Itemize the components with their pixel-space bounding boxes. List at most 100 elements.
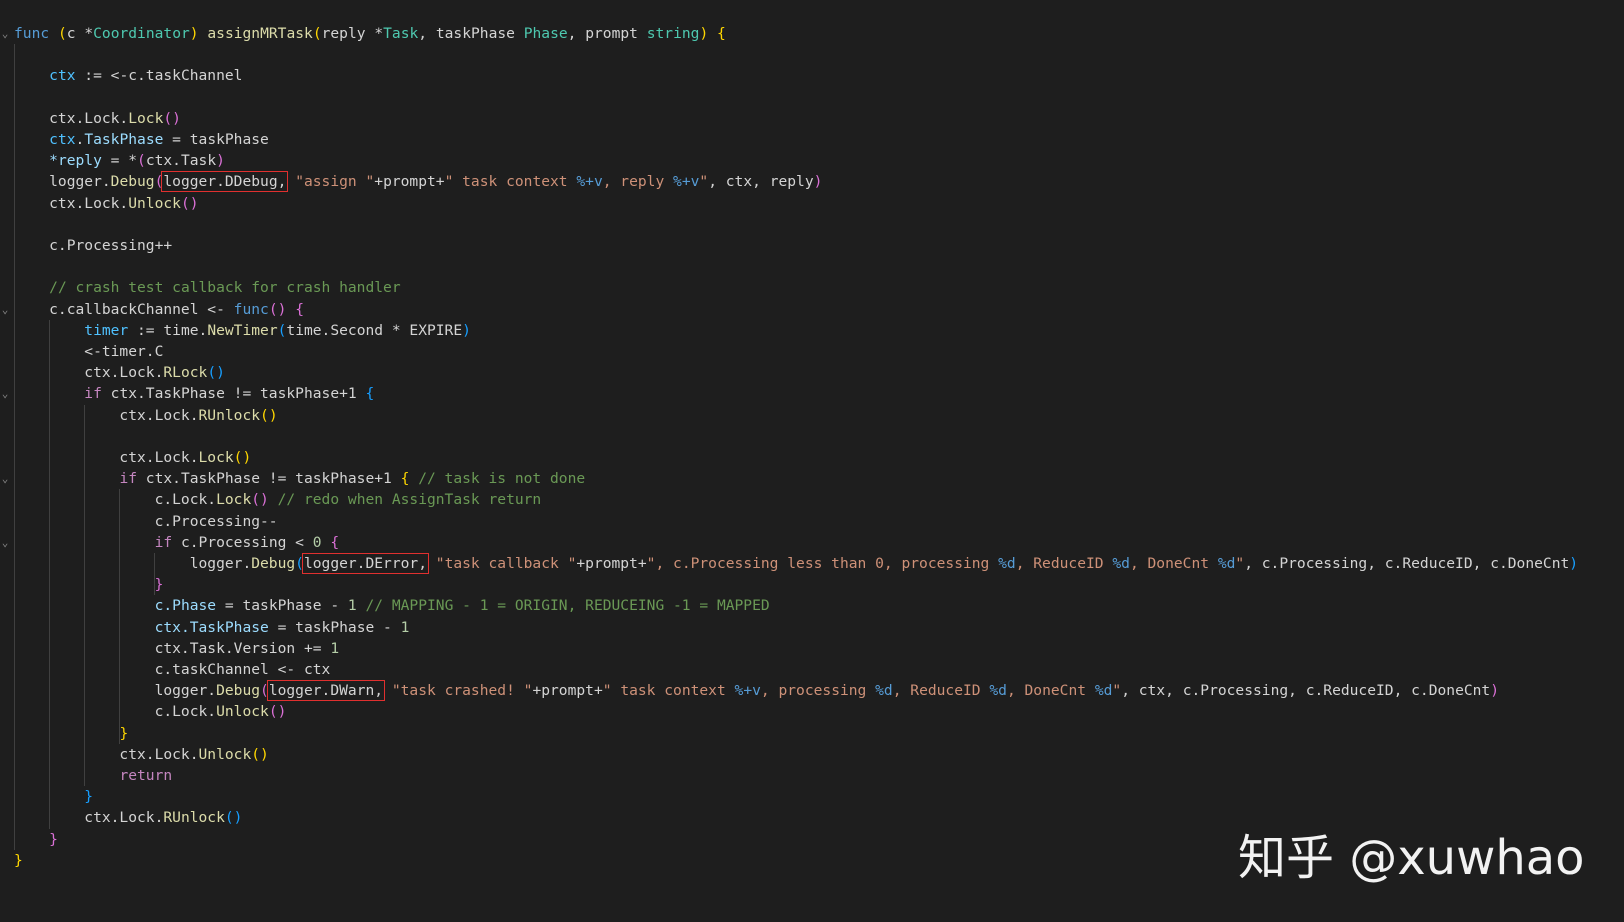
code-token: c.Phase <box>154 597 217 615</box>
code-token: ctx.Lock. <box>14 809 164 827</box>
code-token: := <-c.taskChannel <box>75 67 243 85</box>
code-token: %d <box>989 682 1007 700</box>
code-token: , c.Processing, c.ReduceID, c.DoneCnt <box>1244 555 1570 572</box>
code-line[interactable]: logger.Debug(logger.DDebug, "assign "+pr… <box>14 171 822 193</box>
code-token: ) <box>699 25 709 42</box>
code-token: // crash test callback for crash handler <box>49 279 401 297</box>
code-token: { <box>365 385 375 403</box>
code-token: c <box>66 25 85 42</box>
code-line[interactable]: } <box>14 829 58 851</box>
fold-gutter: ⌄ ⌄ ⌄ ⌄ ⌄ <box>0 0 12 922</box>
code-token: reply <box>321 25 375 42</box>
code-token: ctx.TaskPhase != taskPhase+1 <box>137 470 401 488</box>
code-token: , DoneCnt <box>1129 555 1218 572</box>
code-line[interactable]: } <box>14 723 128 745</box>
code-line[interactable]: c.Phase = taskPhase - 1 // MAPPING - 1 =… <box>14 595 770 617</box>
code-line[interactable]: c.Lock.Unlock() <box>14 701 287 723</box>
code-token: c.Processing < <box>172 533 313 551</box>
code-line[interactable]: if ctx.TaskPhase != taskPhase+1 { <box>14 383 374 405</box>
code-token: c.Lock. <box>14 703 217 721</box>
code-token: Debug <box>216 682 261 700</box>
code-token: , taskPhase <box>418 25 524 42</box>
code-token: ctx.Task.Version += <box>14 639 331 657</box>
code-token: 1 <box>330 639 340 657</box>
code-line[interactable]: func (c *Coordinator) assignMRTask(reply… <box>14 23 726 45</box>
code-line[interactable]: if ctx.TaskPhase != taskPhase+1 { // tas… <box>14 468 585 490</box>
watermark: 知乎 @xuwhao <box>1238 830 1585 886</box>
code-token: " task context <box>602 682 735 700</box>
code-token: , ReduceID <box>1015 555 1113 572</box>
code-line[interactable]: ctx := <-c.taskChannel <box>14 65 242 87</box>
code-token: { <box>330 533 340 551</box>
code-line[interactable]: c.Processing++ <box>14 235 172 257</box>
code-token: logger. <box>14 555 252 572</box>
code-token: %d <box>875 682 893 700</box>
code-line[interactable]: c.taskChannel <- ctx <box>14 659 331 681</box>
code-token: assignMRTask <box>207 25 313 42</box>
code-token: ctx <box>49 67 76 85</box>
code-line[interactable]: return <box>14 765 172 787</box>
code-line[interactable]: ctx.Lock.RUnlock() <box>14 405 277 427</box>
code-token: , ctx, reply <box>708 173 814 191</box>
code-line[interactable]: ctx.Task.Version += 1 <box>14 638 340 660</box>
code-line[interactable]: ctx.Lock.Lock() <box>14 447 251 469</box>
code-token: Coordinator <box>93 25 190 42</box>
code-token: := time. <box>128 321 208 339</box>
code-token: Unlock <box>128 194 181 212</box>
code-token: Unlock <box>198 745 252 763</box>
code-line[interactable]: ctx.TaskPhase = taskPhase <box>14 129 269 151</box>
code-line[interactable]: c.Processing-- <box>14 511 278 533</box>
fold-chevron-icon[interactable]: ⌄ <box>0 299 10 321</box>
fold-chevron-icon[interactable]: ⌄ <box>0 23 10 45</box>
code-line[interactable]: ctx.Lock.Lock() <box>14 108 181 130</box>
code-token: " <box>1235 555 1245 572</box>
code-line[interactable]: ctx.TaskPhase = taskPhase - 1 <box>14 617 410 639</box>
code-line[interactable]: logger.Debug(logger.DError, "task callba… <box>14 553 1578 575</box>
code-line[interactable]: logger.Debug(logger.DWarn, "task crashed… <box>14 680 1499 702</box>
code-token: { <box>717 25 726 42</box>
code-token: = taskPhase <box>163 131 269 148</box>
code-line[interactable]: ctx.Lock.RLock() <box>14 362 225 384</box>
code-token: Lock <box>198 449 234 466</box>
code-line[interactable]: <-timer.C <box>14 341 163 363</box>
code-token: , ReduceID <box>892 682 990 700</box>
code-token: "task crashed! " <box>391 682 533 700</box>
code-token: , prompt <box>567 25 647 42</box>
code-token: TaskPhase <box>84 131 164 148</box>
code-editor[interactable]: ⌄ ⌄ ⌄ ⌄ ⌄ func (c *Coordinator) assignMRTask… <box>0 0 1624 922</box>
code-token: RLock <box>163 364 208 382</box>
highlight-box: logger.DDebug, <box>161 171 289 193</box>
code-line[interactable]: c.callbackChannel <- func() { <box>14 299 304 321</box>
code-line[interactable]: } <box>14 850 23 872</box>
fold-chevron-icon[interactable]: ⌄ <box>0 383 10 405</box>
code-token: ) <box>813 173 823 191</box>
code-line[interactable]: // crash test callback for crash handler <box>14 277 401 299</box>
code-line[interactable]: } <box>14 786 93 808</box>
code-token: () <box>268 300 287 318</box>
code-token: = * <box>101 152 138 170</box>
code-line[interactable]: } <box>14 574 164 596</box>
code-line[interactable]: if c.Processing < 0 { <box>14 532 340 554</box>
code-line[interactable]: c.Lock.Lock() // redo when AssignTask re… <box>14 489 542 511</box>
fold-chevron-icon[interactable]: ⌄ <box>0 532 10 554</box>
code-token: // redo when AssignTask return <box>277 491 542 509</box>
code-token: ) <box>1569 555 1579 572</box>
code-token: Task <box>383 25 419 42</box>
code-line[interactable]: ctx.Lock.RUnlock() <box>14 807 242 829</box>
code-line[interactable]: timer := time.NewTimer(time.Second * EXP… <box>14 320 471 342</box>
code-line[interactable]: ctx.Lock.Unlock() <box>14 193 198 215</box>
code-line[interactable]: ctx.Lock.Unlock() <box>14 744 269 766</box>
code-line[interactable]: *reply = *(ctx.Task) <box>14 150 225 172</box>
code-token: () <box>251 745 269 763</box>
fold-chevron-icon[interactable]: ⌄ <box>0 468 10 490</box>
code-token: c.Processing++ <box>14 237 173 254</box>
